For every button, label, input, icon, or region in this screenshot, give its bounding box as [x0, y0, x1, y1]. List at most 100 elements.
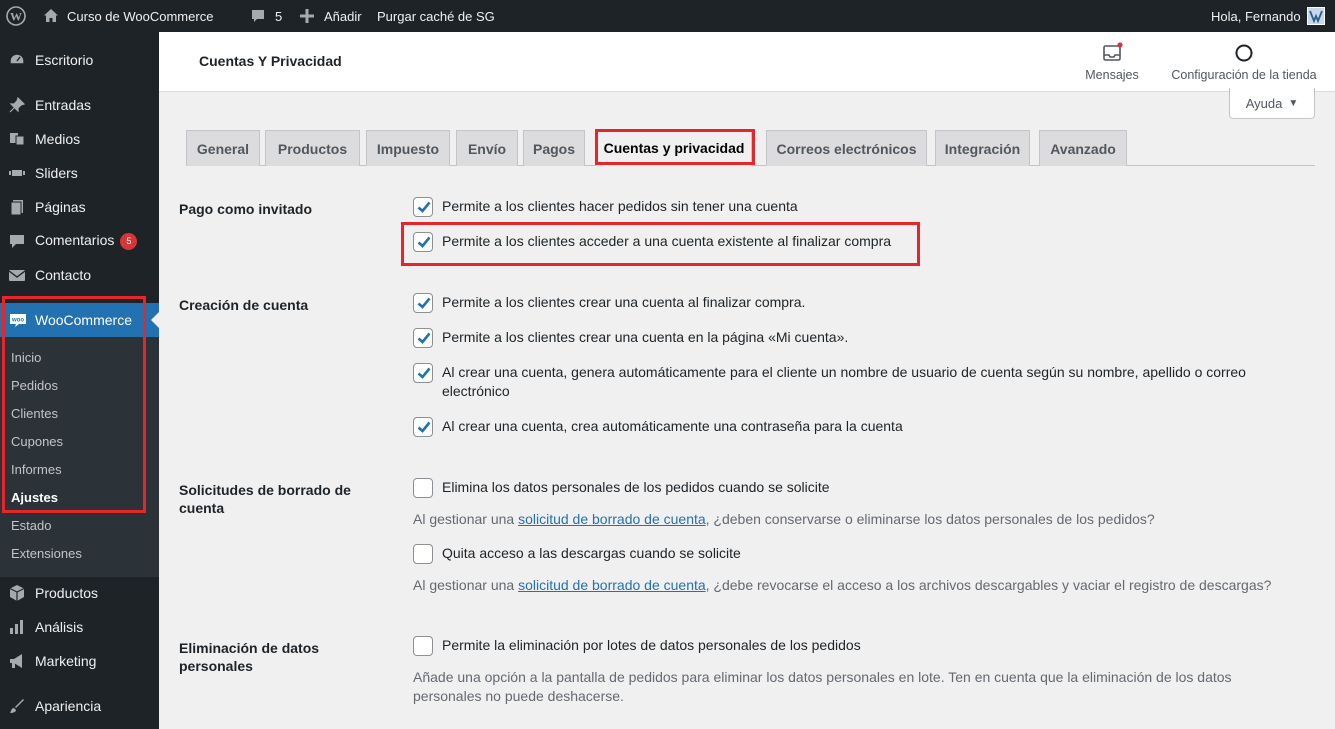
bulk-removal-checkbox[interactable] [413, 636, 433, 656]
tab-envio[interactable]: Envío [456, 130, 518, 166]
sidebar-item-label: Apariencia [35, 698, 102, 714]
comments-link[interactable]: 5 [250, 0, 282, 32]
signup-myaccount-option-label: Permite a los clientes crear una cuenta … [442, 329, 849, 345]
submenu-item-cupones[interactable]: Cupones [11, 434, 63, 449]
comment-count-badge: 5 [120, 232, 138, 250]
sidebar-item-marketing[interactable]: Marketing [0, 644, 159, 678]
tab-correos[interactable]: Correos electrónicos [766, 130, 927, 166]
wordpress-logo-icon[interactable]: W [6, 0, 26, 32]
admin-bar: W Curso de WooCommerce 5 Añadir Purgar c… [0, 0, 1335, 32]
signup-checkout-option-label: Permite a los clientes crear una cuenta … [442, 294, 806, 310]
guest-checkout-option: Permite a los clientes hacer pedidos sin… [413, 197, 798, 217]
tab-cuentas-privacidad[interactable]: Cuentas y privacidad [596, 130, 752, 166]
help-label: Ayuda [1245, 95, 1283, 111]
erasure-requests-label: Solicitudes de borrado de cuenta [179, 482, 351, 516]
erasure-orders-option-label: Elimina los datos personales de los pedi… [442, 479, 830, 495]
sidebar-item-sliders[interactable]: Sliders [0, 156, 159, 190]
sidebar-item-contacto[interactable]: Contacto [0, 258, 159, 292]
sidebar-item-label: Entradas [35, 97, 92, 113]
desc-text: Al gestionar una [413, 511, 519, 527]
checkmark-icon [417, 421, 431, 433]
brush-icon [10, 699, 24, 713]
sidebar-item-comentarios[interactable]: Comentarios 5 [0, 224, 159, 258]
new-label: Añadir [324, 8, 362, 24]
erasure-request-link[interactable]: solicitud de borrado de cuenta [518, 577, 706, 593]
login-at-checkout-option: Permite a los clientes acceder a una cue… [413, 232, 891, 252]
store-setup-button[interactable]: Configuración de la tienda [1164, 42, 1324, 82]
checkmark-icon [417, 201, 431, 213]
inbox-icon [1103, 42, 1123, 61]
erasure-downloads-checkbox[interactable] [413, 544, 433, 564]
sidebar-item-productos[interactable]: Productos [0, 576, 159, 610]
site-name-link[interactable]: Curso de WooCommerce [43, 0, 213, 32]
generate-username-option: Al crear una cuenta, genera automáticame… [413, 363, 1293, 401]
erasure-orders-checkbox[interactable] [413, 478, 433, 498]
erasure-downloads-option: Quita acceso a las descargas cuando se s… [413, 544, 741, 564]
new-content-link[interactable]: Añadir [300, 0, 362, 32]
bulk-removal-option-label: Permite la eliminación por lotes de dato… [442, 637, 861, 653]
login-at-checkout-checkbox[interactable] [413, 232, 433, 252]
submenu-item-estado[interactable]: Estado [11, 518, 51, 533]
signup-checkout-option: Permite a los clientes crear una cuenta … [413, 293, 805, 313]
avatar [1306, 7, 1325, 25]
checkmark-icon [417, 367, 431, 379]
sidebar-item-label: Escritorio [35, 52, 94, 68]
my-account-link[interactable]: Hola, Fernando [1211, 0, 1325, 32]
guest-checkout-checkbox[interactable] [413, 197, 433, 217]
desc-text: , ¿deben conservarse o eliminarse los da… [705, 511, 1155, 527]
sidebar-item-label: Páginas [35, 199, 86, 215]
guest-checkout-option-label: Permite a los clientes hacer pedidos sin… [442, 198, 798, 214]
submenu-item-inicio[interactable]: Inicio [11, 350, 41, 365]
comentarios-label: Comentarios [35, 232, 115, 249]
generate-username-checkbox[interactable] [413, 363, 433, 383]
sidebar-item-medios[interactable]: Medios [0, 122, 159, 156]
admin-sidebar: Escritorio Entradas Medios Sliders Págin… [0, 32, 159, 729]
erasure-downloads-option-label: Quita acceso a las descargas cuando se s… [442, 545, 741, 561]
signup-checkout-checkbox[interactable] [413, 293, 433, 313]
dashboard-icon [9, 53, 25, 65]
submenu-item-extensiones[interactable]: Extensiones [11, 546, 82, 561]
submenu-item-clientes[interactable]: Clientes [11, 406, 58, 421]
site-name: Curso de WooCommerce [67, 8, 214, 24]
sidebar-item-label: WooCommerce [35, 312, 132, 328]
sidebar-item-label: Medios [35, 131, 81, 147]
sidebar-item-woocommerce[interactable]: woo WooCommerce [0, 303, 159, 337]
tab-impuesto[interactable]: Impuesto [366, 130, 450, 166]
pin-icon [9, 96, 26, 113]
desc-text: , ¿debe revocarse el acceso a los archiv… [705, 577, 1272, 593]
bulk-removal-option: Permite la eliminación por lotes de dato… [413, 636, 861, 656]
current-menu-arrow [151, 312, 159, 328]
sidebar-item-label: Contacto [35, 267, 92, 283]
sidebar-item-analisis[interactable]: Análisis [0, 610, 159, 644]
sidebar-item-entradas[interactable]: Entradas [0, 88, 159, 122]
tab-avanzado[interactable]: Avanzado [1039, 130, 1127, 166]
generate-password-checkbox[interactable] [413, 417, 433, 437]
store-setup-label: Configuración de la tienda [1171, 68, 1317, 82]
erasure-request-link[interactable]: solicitud de borrado de cuenta [518, 511, 706, 527]
page-icon [10, 200, 23, 216]
submenu-item-ajustes[interactable]: Ajustes [11, 490, 58, 505]
signup-myaccount-checkbox[interactable] [413, 328, 433, 348]
woo-icon: woo [10, 314, 26, 327]
media-icon [10, 133, 25, 146]
chart-bar-icon [10, 620, 23, 634]
tab-pagos[interactable]: Pagos [523, 130, 585, 166]
comment-icon [252, 10, 264, 22]
sidebar-item-apariencia[interactable]: Apariencia [0, 689, 159, 723]
purge-cache-link[interactable]: Purgar caché de SG [377, 0, 495, 32]
box-icon [9, 585, 25, 601]
help-button[interactable]: Ayuda ▼ [1229, 88, 1315, 119]
sidebar-item-escritorio[interactable]: Escritorio [0, 43, 159, 77]
submenu-item-informes[interactable]: Informes [11, 462, 62, 477]
megaphone-icon [10, 654, 22, 668]
tab-productos[interactable]: Productos [265, 130, 360, 166]
sidebar-item-paginas[interactable]: Páginas [0, 190, 159, 224]
tab-integracion[interactable]: Integración [935, 130, 1030, 166]
erasure-downloads-description: Al gestionar una solicitud de borrado de… [413, 576, 1271, 595]
submenu-item-pedidos[interactable]: Pedidos [11, 378, 58, 393]
caret-down-icon: ▼ [1288, 97, 1299, 109]
tab-general[interactable]: General [186, 130, 260, 166]
account-creation-label: Creación de cuenta [179, 297, 309, 313]
woocommerce-header: Cuentas Y Privacidad Mensajes Configurac… [159, 32, 1335, 92]
messages-button[interactable]: Mensajes [1081, 42, 1143, 82]
